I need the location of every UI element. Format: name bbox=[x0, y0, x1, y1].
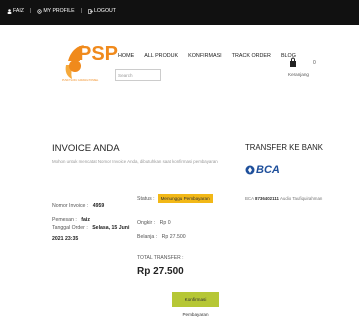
invoice-subtitle: Mohon untuk mencatat Nomor Invoice Anda,… bbox=[52, 159, 218, 164]
bank-account-number: 8736402111 bbox=[255, 196, 279, 201]
site-header bbox=[0, 25, 359, 97]
topbar-profile-label: MY PROFILE bbox=[43, 8, 75, 14]
tanggal-label: Tanggal Order : bbox=[52, 225, 88, 231]
total-value: Rp 27.500 bbox=[137, 266, 184, 277]
invoice-title: INVOICE ANDA bbox=[52, 143, 120, 154]
shopping-bag-icon[interactable] bbox=[288, 56, 298, 68]
logo-tagline: PUSAT SUKU CADANG PONSEL bbox=[62, 79, 99, 82]
top-bar-menu: FAIZ | MY PROFILE | LOGOUT bbox=[7, 8, 116, 14]
topbar-separator: | bbox=[29, 8, 32, 14]
invoice-number-value: 4959 bbox=[92, 203, 105, 209]
belanja-label: Belanja : bbox=[137, 234, 158, 240]
status-label: Status : bbox=[137, 195, 155, 202]
confirm-payment-button[interactable]: Konfirmasi Pembayaran bbox=[172, 292, 219, 317]
topbar-separator: | bbox=[80, 8, 82, 14]
user-icon bbox=[7, 8, 12, 14]
bank-title: TRANSFER KE BANK bbox=[245, 143, 323, 152]
belanja-value: Rp 27.500 bbox=[161, 234, 186, 240]
topbar-logout-label: LOGOUT bbox=[94, 8, 116, 14]
top-bar: FAIZ | MY PROFILE | LOGOUT bbox=[0, 0, 359, 25]
cart-count: 0 bbox=[313, 60, 316, 66]
bank-account-holder: Audio Taufiquirahman bbox=[279, 196, 323, 201]
bank-account-detail: BCA 8736402111 Audio Taufiquirahman bbox=[245, 196, 322, 201]
nav-konfirmasi[interactable]: KONFIRMASI bbox=[188, 53, 222, 59]
nav-track-order[interactable]: TRACK ORDER bbox=[232, 53, 271, 59]
logo-text: PSP bbox=[78, 43, 119, 65]
status-row: Status : Menunggu Pembayaran bbox=[137, 194, 213, 203]
search-input[interactable]: Search bbox=[115, 69, 161, 81]
site-logo[interactable]: PSP PUSAT SUKU CADANG PONSEL bbox=[62, 39, 118, 89]
status-badge: Menunggu Pembayaran bbox=[157, 194, 213, 203]
topbar-logout-link[interactable]: LOGOUT bbox=[88, 8, 116, 14]
topbar-user-link[interactable]: FAIZ bbox=[7, 8, 24, 14]
gear-icon bbox=[37, 8, 42, 14]
total-label: TOTAL TRANSFER : bbox=[137, 255, 184, 261]
tanggal-row: Tanggal Order : Selasa, 15 Juni 2021 23:… bbox=[52, 221, 142, 243]
main-nav: HOME ALL PRODUK KONFIRMASI TRACK ORDER B… bbox=[118, 53, 296, 59]
bca-emblem-icon bbox=[245, 165, 255, 175]
bca-name: BCA bbox=[256, 164, 280, 176]
nav-home[interactable]: HOME bbox=[118, 53, 134, 59]
nav-all-produk[interactable]: ALL PRODUK bbox=[144, 53, 178, 59]
belanja-row: Belanja : Rp 27.500 bbox=[137, 225, 186, 243]
logout-icon bbox=[88, 8, 93, 14]
topbar-profile-link[interactable]: MY PROFILE bbox=[37, 8, 75, 14]
topbar-user-label: FAIZ bbox=[13, 8, 24, 14]
bank-prefix: BCA bbox=[245, 196, 254, 201]
cart-label[interactable]: Keranjang bbox=[288, 72, 309, 77]
